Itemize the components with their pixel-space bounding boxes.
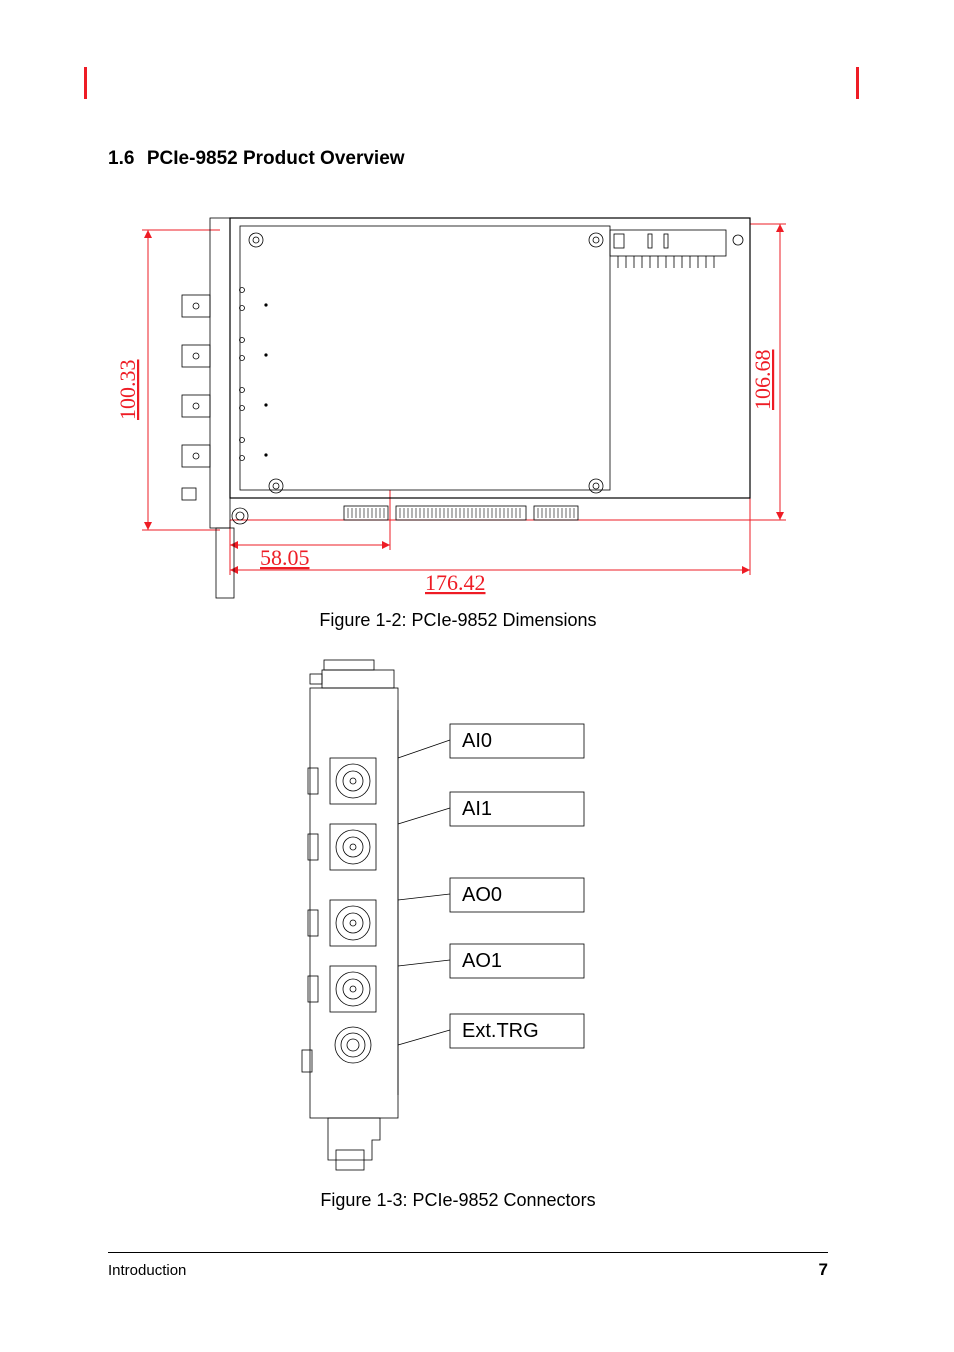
section-number: 1.6 xyxy=(108,148,134,169)
dim-height-right: 106.68 xyxy=(750,350,775,411)
footer-rule xyxy=(108,1252,828,1253)
figure2-caption: Figure 1-3: PCIe-9852 Connectors xyxy=(108,1190,808,1211)
pcie-edge-connector xyxy=(344,506,578,520)
crop-mark-tl xyxy=(84,67,87,99)
bnc-ao0 xyxy=(308,900,376,946)
dim-height-left: 100.33 xyxy=(115,360,140,421)
dim-width-full: 176.42 xyxy=(425,570,486,595)
label-ai1: AI1 xyxy=(462,798,492,820)
label-ao0: AO0 xyxy=(462,884,502,906)
label-ao1: AO1 xyxy=(462,950,502,972)
pcb-dimensions-figure: 100.33 106.68 58.05 176.42 xyxy=(90,190,870,630)
bnc-ai1 xyxy=(308,824,376,870)
front-jacks xyxy=(182,295,210,500)
crop-mark-tr xyxy=(856,67,859,99)
footer-page-number: 7 xyxy=(819,1260,828,1280)
label-ai0: AI0 xyxy=(462,730,492,752)
label-ext-trg: Ext.TRG xyxy=(462,1020,539,1042)
figure1-caption: Figure 1-2: PCIe-9852 Dimensions xyxy=(108,610,808,631)
section-heading: 1.6 PCIe-9852 Product Overview xyxy=(108,148,405,170)
footer-left: Introduction xyxy=(108,1262,186,1279)
bracket-connectors-figure: AI0 AI1 AO0 AO1 Ext.TRG xyxy=(280,650,680,1180)
bnc-ai0 xyxy=(308,758,376,804)
dim-width-partial: 58.05 xyxy=(260,545,310,570)
smb-ext-trg xyxy=(335,1027,371,1063)
bnc-ao1 xyxy=(308,966,376,1012)
section-title-text: PCIe-9852 Product Overview xyxy=(147,148,405,169)
